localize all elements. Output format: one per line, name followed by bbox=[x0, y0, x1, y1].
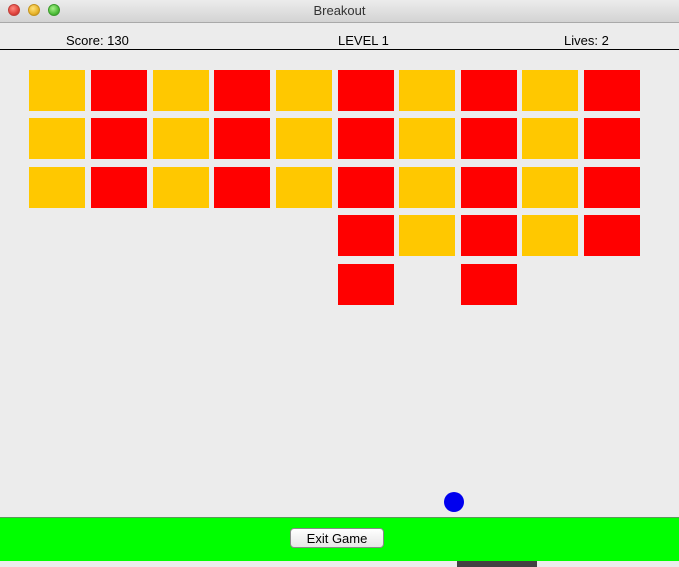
brick-red bbox=[214, 70, 270, 111]
ball bbox=[444, 492, 464, 512]
control-bar: Exit Game bbox=[0, 517, 679, 561]
brick-red bbox=[91, 70, 147, 111]
brick-yellow bbox=[276, 70, 332, 111]
brick-yellow bbox=[399, 215, 455, 256]
brick-red bbox=[584, 118, 640, 159]
brick-red bbox=[584, 70, 640, 111]
brick-yellow bbox=[153, 167, 209, 208]
game-field[interactable] bbox=[0, 50, 679, 567]
brick-red bbox=[461, 118, 517, 159]
brick-yellow bbox=[522, 167, 578, 208]
brick-red bbox=[584, 215, 640, 256]
brick-yellow bbox=[522, 70, 578, 111]
brick-yellow bbox=[522, 118, 578, 159]
brick-red bbox=[584, 167, 640, 208]
brick-red bbox=[338, 70, 394, 111]
brick-red bbox=[461, 167, 517, 208]
status-bar: Score: 130 LEVEL 1 Lives: 2 bbox=[0, 23, 679, 50]
brick-yellow bbox=[153, 118, 209, 159]
brick-red bbox=[338, 118, 394, 159]
level-label: LEVEL 1 bbox=[338, 33, 389, 48]
score-label: Score: 130 bbox=[66, 33, 129, 48]
brick-red bbox=[461, 264, 517, 305]
brick-red bbox=[214, 118, 270, 159]
brick-red bbox=[338, 264, 394, 305]
brick-yellow bbox=[153, 70, 209, 111]
brick-yellow bbox=[29, 70, 85, 111]
brick-yellow bbox=[29, 118, 85, 159]
brick-yellow bbox=[276, 118, 332, 159]
brick-yellow bbox=[399, 167, 455, 208]
brick-yellow bbox=[29, 167, 85, 208]
brick-red bbox=[91, 167, 147, 208]
brick-yellow bbox=[522, 215, 578, 256]
brick-yellow bbox=[276, 167, 332, 208]
window-title: Breakout bbox=[313, 3, 366, 18]
brick-red bbox=[214, 167, 270, 208]
exit-game-button[interactable]: Exit Game bbox=[290, 528, 384, 548]
window-titlebar: Breakout bbox=[0, 0, 679, 23]
brick-yellow bbox=[399, 70, 455, 111]
brick-red bbox=[461, 70, 517, 111]
brick-yellow bbox=[399, 118, 455, 159]
lives-label: Lives: 2 bbox=[564, 33, 609, 48]
brick-red bbox=[461, 215, 517, 256]
brick-red bbox=[338, 167, 394, 208]
brick-red bbox=[338, 215, 394, 256]
brick-red bbox=[91, 118, 147, 159]
